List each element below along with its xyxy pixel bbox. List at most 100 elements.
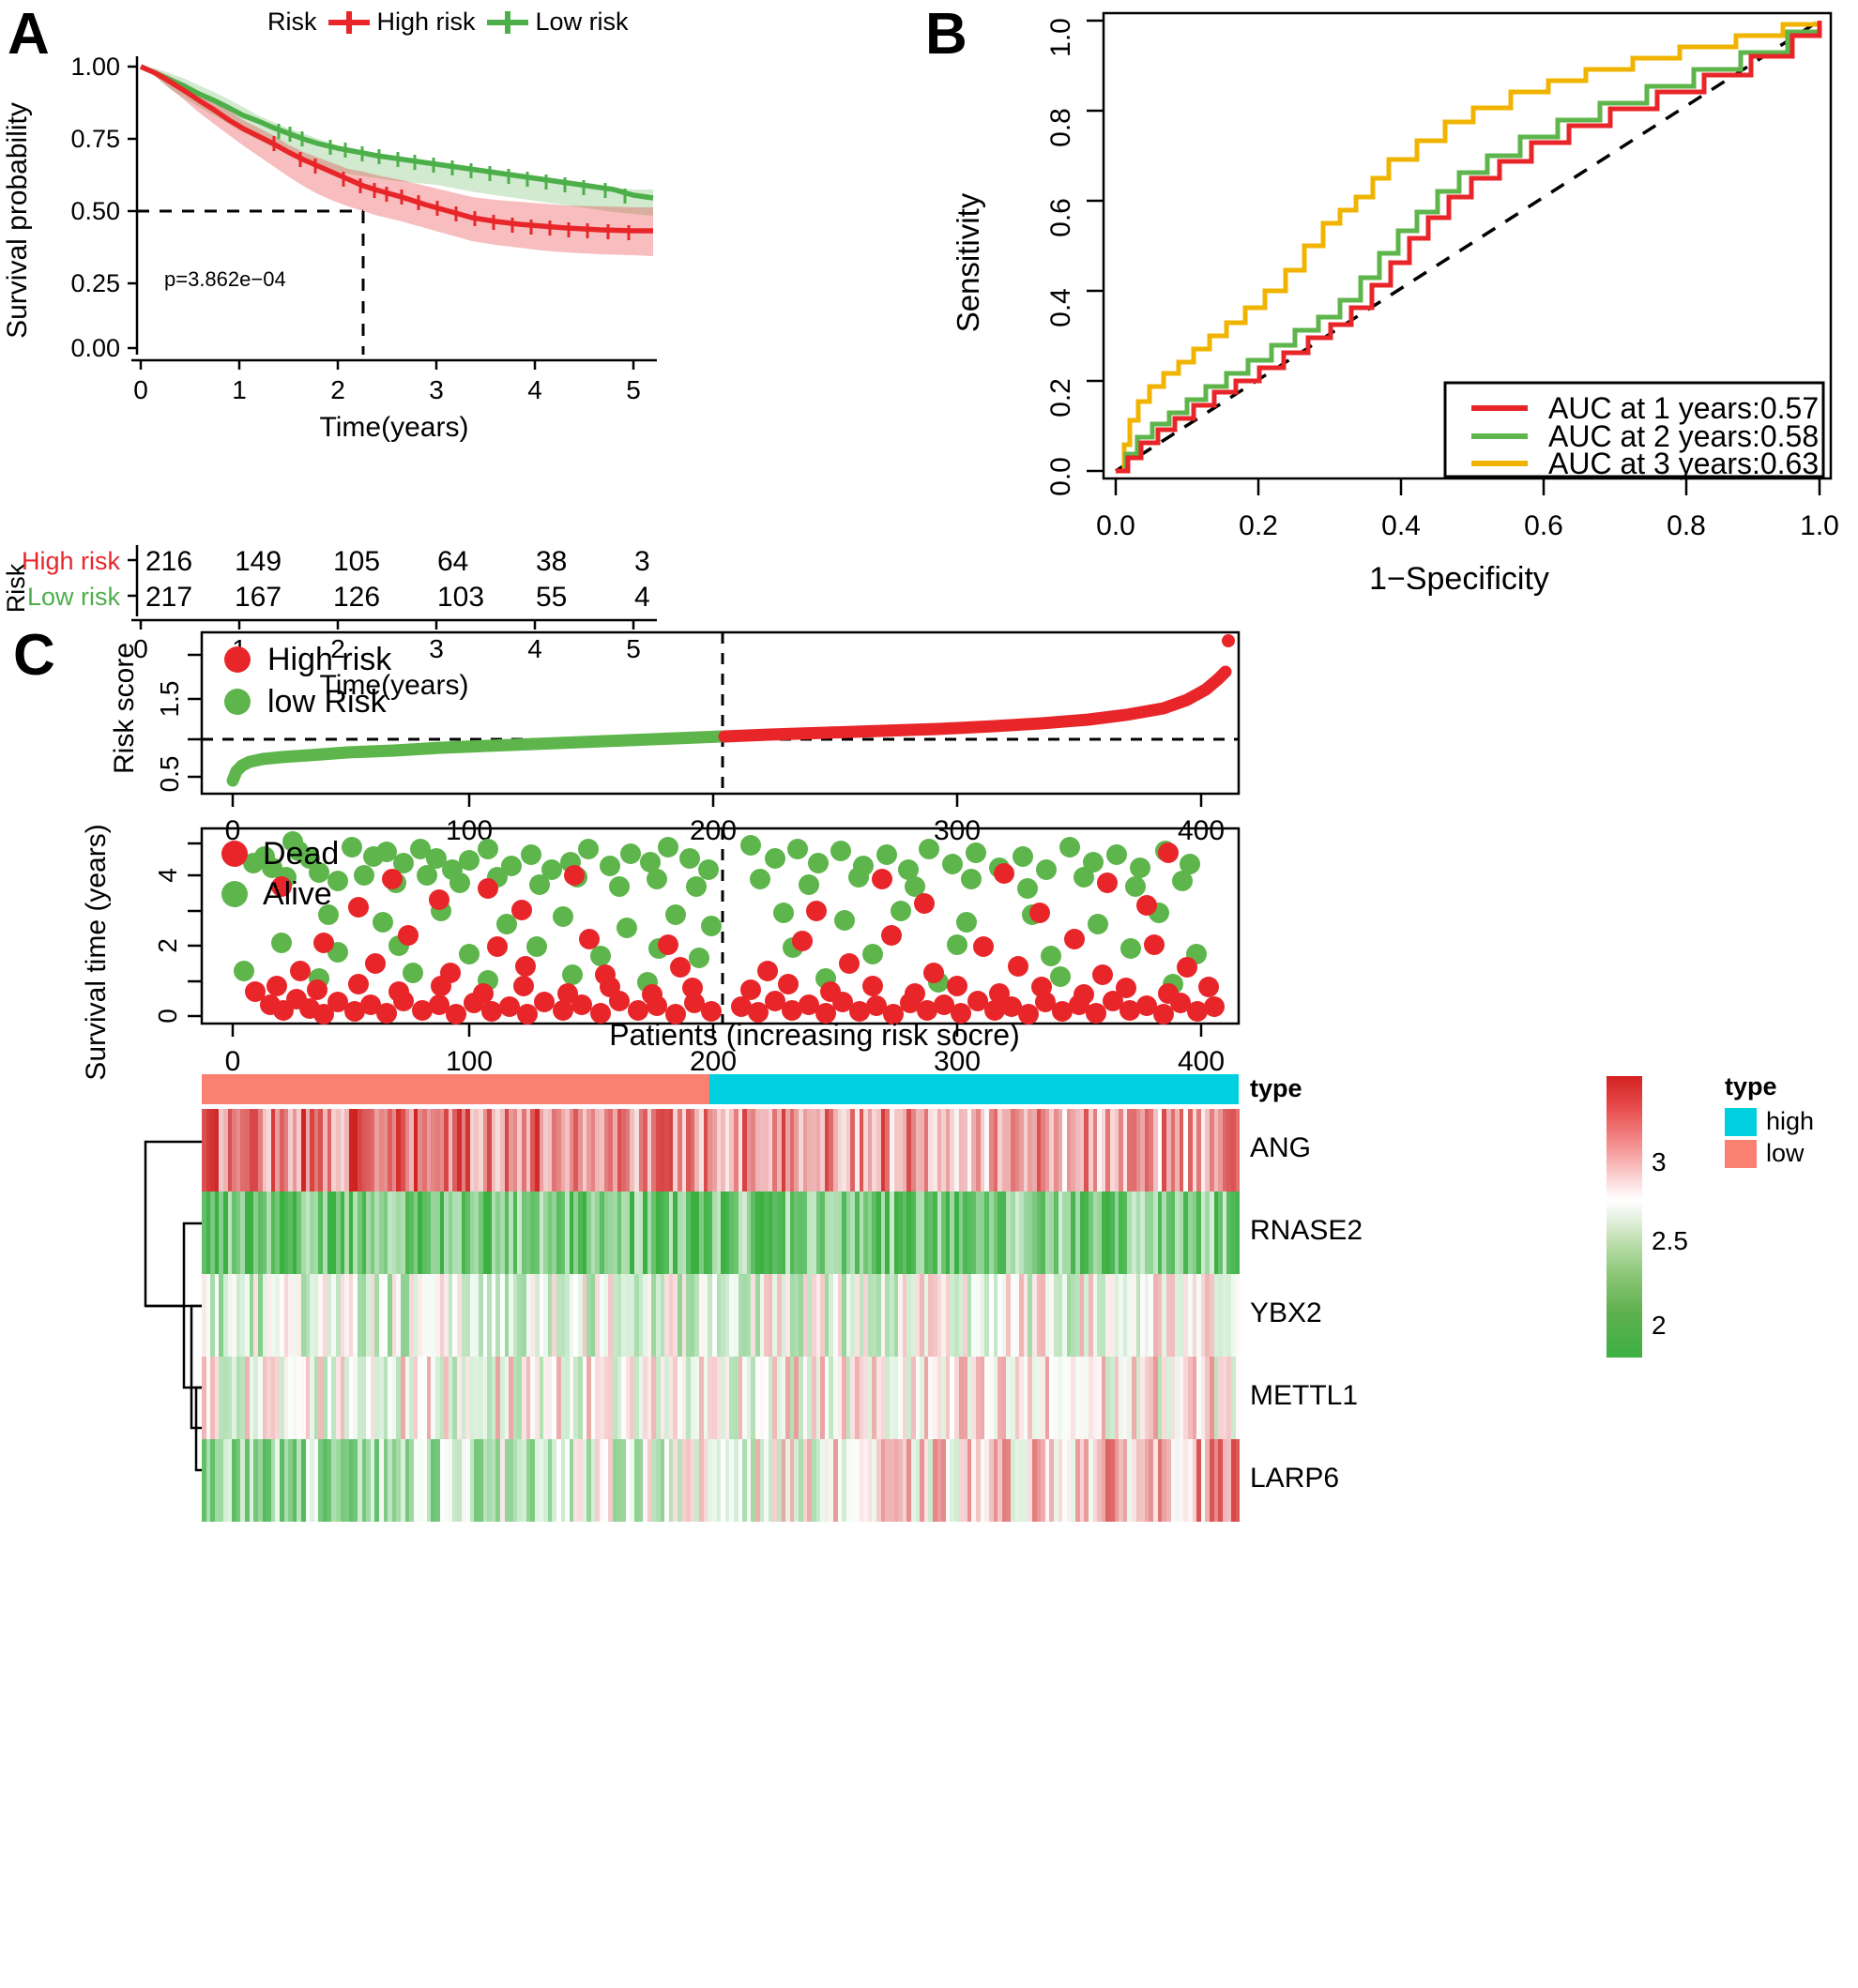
risk-score-legend: High risk low Risk bbox=[224, 642, 392, 720]
svg-text:103: 103 bbox=[437, 582, 484, 613]
risk-score-yticks: 1.5 0.5 bbox=[155, 681, 184, 793]
colorbar-tick-25: 2.5 bbox=[1652, 1226, 1688, 1255]
risk-table-row-low: 217 167 126 103 55 4 bbox=[145, 582, 650, 613]
svg-text:1: 1 bbox=[232, 375, 247, 404]
panel-a: A Risk High risk Low risk Survival proba… bbox=[0, 0, 713, 704]
gene-label-list: ANG RNASE2 YBX2 METTL1 LARP6 bbox=[1250, 1109, 1494, 1522]
annotation-group-low bbox=[202, 1074, 710, 1104]
legend-item-low-risk: Low risk bbox=[486, 8, 629, 37]
legend-dot-alive bbox=[221, 881, 248, 907]
heatmap-block: type ANG RNASE2 YBX2 METTL1 LARP6 3 2.5 2 ty… bbox=[0, 1055, 1858, 1525]
km-xticks: 0 1 2 3 4 5 bbox=[133, 375, 641, 404]
heatmap-type-legend: type high low bbox=[1725, 1072, 1814, 1168]
panel-a-legend-title: Risk bbox=[267, 8, 317, 36]
svg-text:217: 217 bbox=[145, 582, 192, 613]
svg-text:1.0: 1.0 bbox=[1045, 18, 1076, 57]
risk-high-points bbox=[718, 665, 1232, 743]
heatmap-row bbox=[202, 1191, 1241, 1274]
svg-text:0.8: 0.8 bbox=[1045, 108, 1076, 147]
risk-score-plot: Risk score 1.5 0.5 High risk low Risk 0 … bbox=[109, 630, 1241, 846]
risk-table-row-label-high: High risk bbox=[22, 547, 121, 575]
legend-dot-low-risk bbox=[224, 689, 251, 715]
svg-text:0.4: 0.4 bbox=[1381, 510, 1421, 541]
km-ylabel: Survival probability bbox=[2, 102, 33, 339]
legend-text-alive: Alive bbox=[263, 876, 332, 912]
type-legend-title: type bbox=[1725, 1072, 1777, 1100]
type-legend-label-high: high bbox=[1766, 1107, 1815, 1135]
type-legend-item-high: high bbox=[1725, 1107, 1814, 1136]
svg-text:2: 2 bbox=[153, 938, 182, 953]
heatmap-cell bbox=[1235, 1109, 1241, 1191]
svg-text:0.8: 0.8 bbox=[1667, 510, 1706, 541]
panel-a-legend: Risk High risk Low risk bbox=[267, 8, 629, 37]
heatmap-row bbox=[202, 1439, 1241, 1522]
roc-legend: AUC at 1 years:0.57 AUC at 2 years:0.58 … bbox=[1443, 381, 1825, 480]
heatmap-cell bbox=[1235, 1439, 1241, 1522]
svg-text:0: 0 bbox=[133, 375, 148, 404]
risk-outlier-point bbox=[1222, 634, 1235, 647]
svg-text:0.0: 0.0 bbox=[1096, 510, 1135, 541]
roc-plot: Sensitivity 1.0 0.8 0.6 0.4 0.2 0.0 0.0 0… bbox=[951, 11, 1839, 597]
high-risk-plus-icon bbox=[327, 10, 370, 34]
risk-table-row-label-low: Low risk bbox=[27, 583, 121, 611]
heatmap-annotation-bar bbox=[202, 1074, 1239, 1104]
svg-text:4: 4 bbox=[634, 582, 650, 613]
svg-text:4: 4 bbox=[153, 868, 182, 883]
svg-text:216: 216 bbox=[145, 546, 192, 577]
heatmap-rows bbox=[202, 1109, 1241, 1522]
svg-text:149: 149 bbox=[235, 546, 282, 577]
legend-label-high-risk: High risk bbox=[376, 8, 476, 36]
gene-label: RNASE2 bbox=[1250, 1215, 1363, 1246]
annotation-group-high bbox=[709, 1074, 1239, 1104]
type-legend-swatch-high bbox=[1725, 1107, 1757, 1136]
heatmap-cell bbox=[1235, 1357, 1241, 1439]
gene-label: ANG bbox=[1250, 1132, 1312, 1163]
heatmap-cell bbox=[1235, 1191, 1241, 1274]
svg-text:0.2: 0.2 bbox=[1045, 378, 1076, 417]
svg-text:38: 38 bbox=[536, 546, 567, 577]
svg-text:0.50: 0.50 bbox=[70, 197, 120, 225]
colorbar-tick-3: 3 bbox=[1652, 1147, 1667, 1176]
risk-score-ylabel: Risk score bbox=[109, 643, 140, 774]
legend-text-high-risk: High risk bbox=[267, 642, 392, 677]
svg-text:0.4: 0.4 bbox=[1045, 288, 1076, 327]
heatmap-row bbox=[202, 1274, 1241, 1357]
legend-dot-high-risk bbox=[224, 646, 251, 673]
colorbar-tick-2: 2 bbox=[1652, 1311, 1667, 1340]
svg-text:105: 105 bbox=[333, 546, 380, 577]
legend-text-low-risk: low Risk bbox=[267, 684, 388, 720]
svg-text:0.6: 0.6 bbox=[1524, 510, 1563, 541]
svg-text:1.0: 1.0 bbox=[1800, 510, 1839, 541]
svg-text:0: 0 bbox=[153, 1009, 182, 1024]
heatmap-colorbar bbox=[1607, 1076, 1642, 1358]
svg-text:0.75: 0.75 bbox=[70, 125, 120, 153]
type-legend-label-low: low bbox=[1766, 1139, 1805, 1167]
svg-text:4: 4 bbox=[527, 375, 542, 404]
svg-text:1.5: 1.5 bbox=[155, 681, 184, 718]
svg-text:0.5: 0.5 bbox=[155, 756, 184, 793]
low-risk-plus-icon bbox=[486, 10, 528, 34]
roc-xticks: 0.0 0.2 0.4 0.6 0.8 1.0 bbox=[1096, 510, 1839, 541]
gene-dendrogram bbox=[144, 1140, 205, 1472]
legend-text-dead: Dead bbox=[263, 836, 339, 872]
svg-text:0.2: 0.2 bbox=[1239, 510, 1278, 541]
roc-legend-label-3yr: AUC at 3 years:0.63 bbox=[1548, 447, 1819, 480]
type-legend-item-low: low bbox=[1725, 1139, 1814, 1168]
svg-text:64: 64 bbox=[437, 546, 468, 577]
legend-label-low-risk: Low risk bbox=[535, 8, 629, 36]
svg-text:0.25: 0.25 bbox=[70, 269, 120, 297]
svg-text:5: 5 bbox=[626, 375, 641, 404]
km-xlabel: Time(years) bbox=[320, 412, 469, 443]
annotation-bar-title: type bbox=[1250, 1074, 1302, 1102]
svg-text:0.0: 0.0 bbox=[1045, 457, 1076, 496]
roc-ylabel: Sensitivity bbox=[951, 192, 985, 332]
roc-xlabel: 1−Specificity bbox=[1369, 561, 1549, 597]
heatmap-row bbox=[202, 1109, 1241, 1191]
legend-item-high-risk: High risk bbox=[327, 8, 476, 37]
patients-xlabel: Patients (increasing risk socre) bbox=[609, 1018, 1020, 1052]
heatmap-cell bbox=[1235, 1274, 1241, 1357]
survival-time-ylabel: Survival time (years) bbox=[81, 824, 112, 1080]
svg-text:2: 2 bbox=[330, 375, 345, 404]
svg-text:1.00: 1.00 bbox=[70, 53, 120, 81]
svg-text:167: 167 bbox=[235, 582, 282, 613]
